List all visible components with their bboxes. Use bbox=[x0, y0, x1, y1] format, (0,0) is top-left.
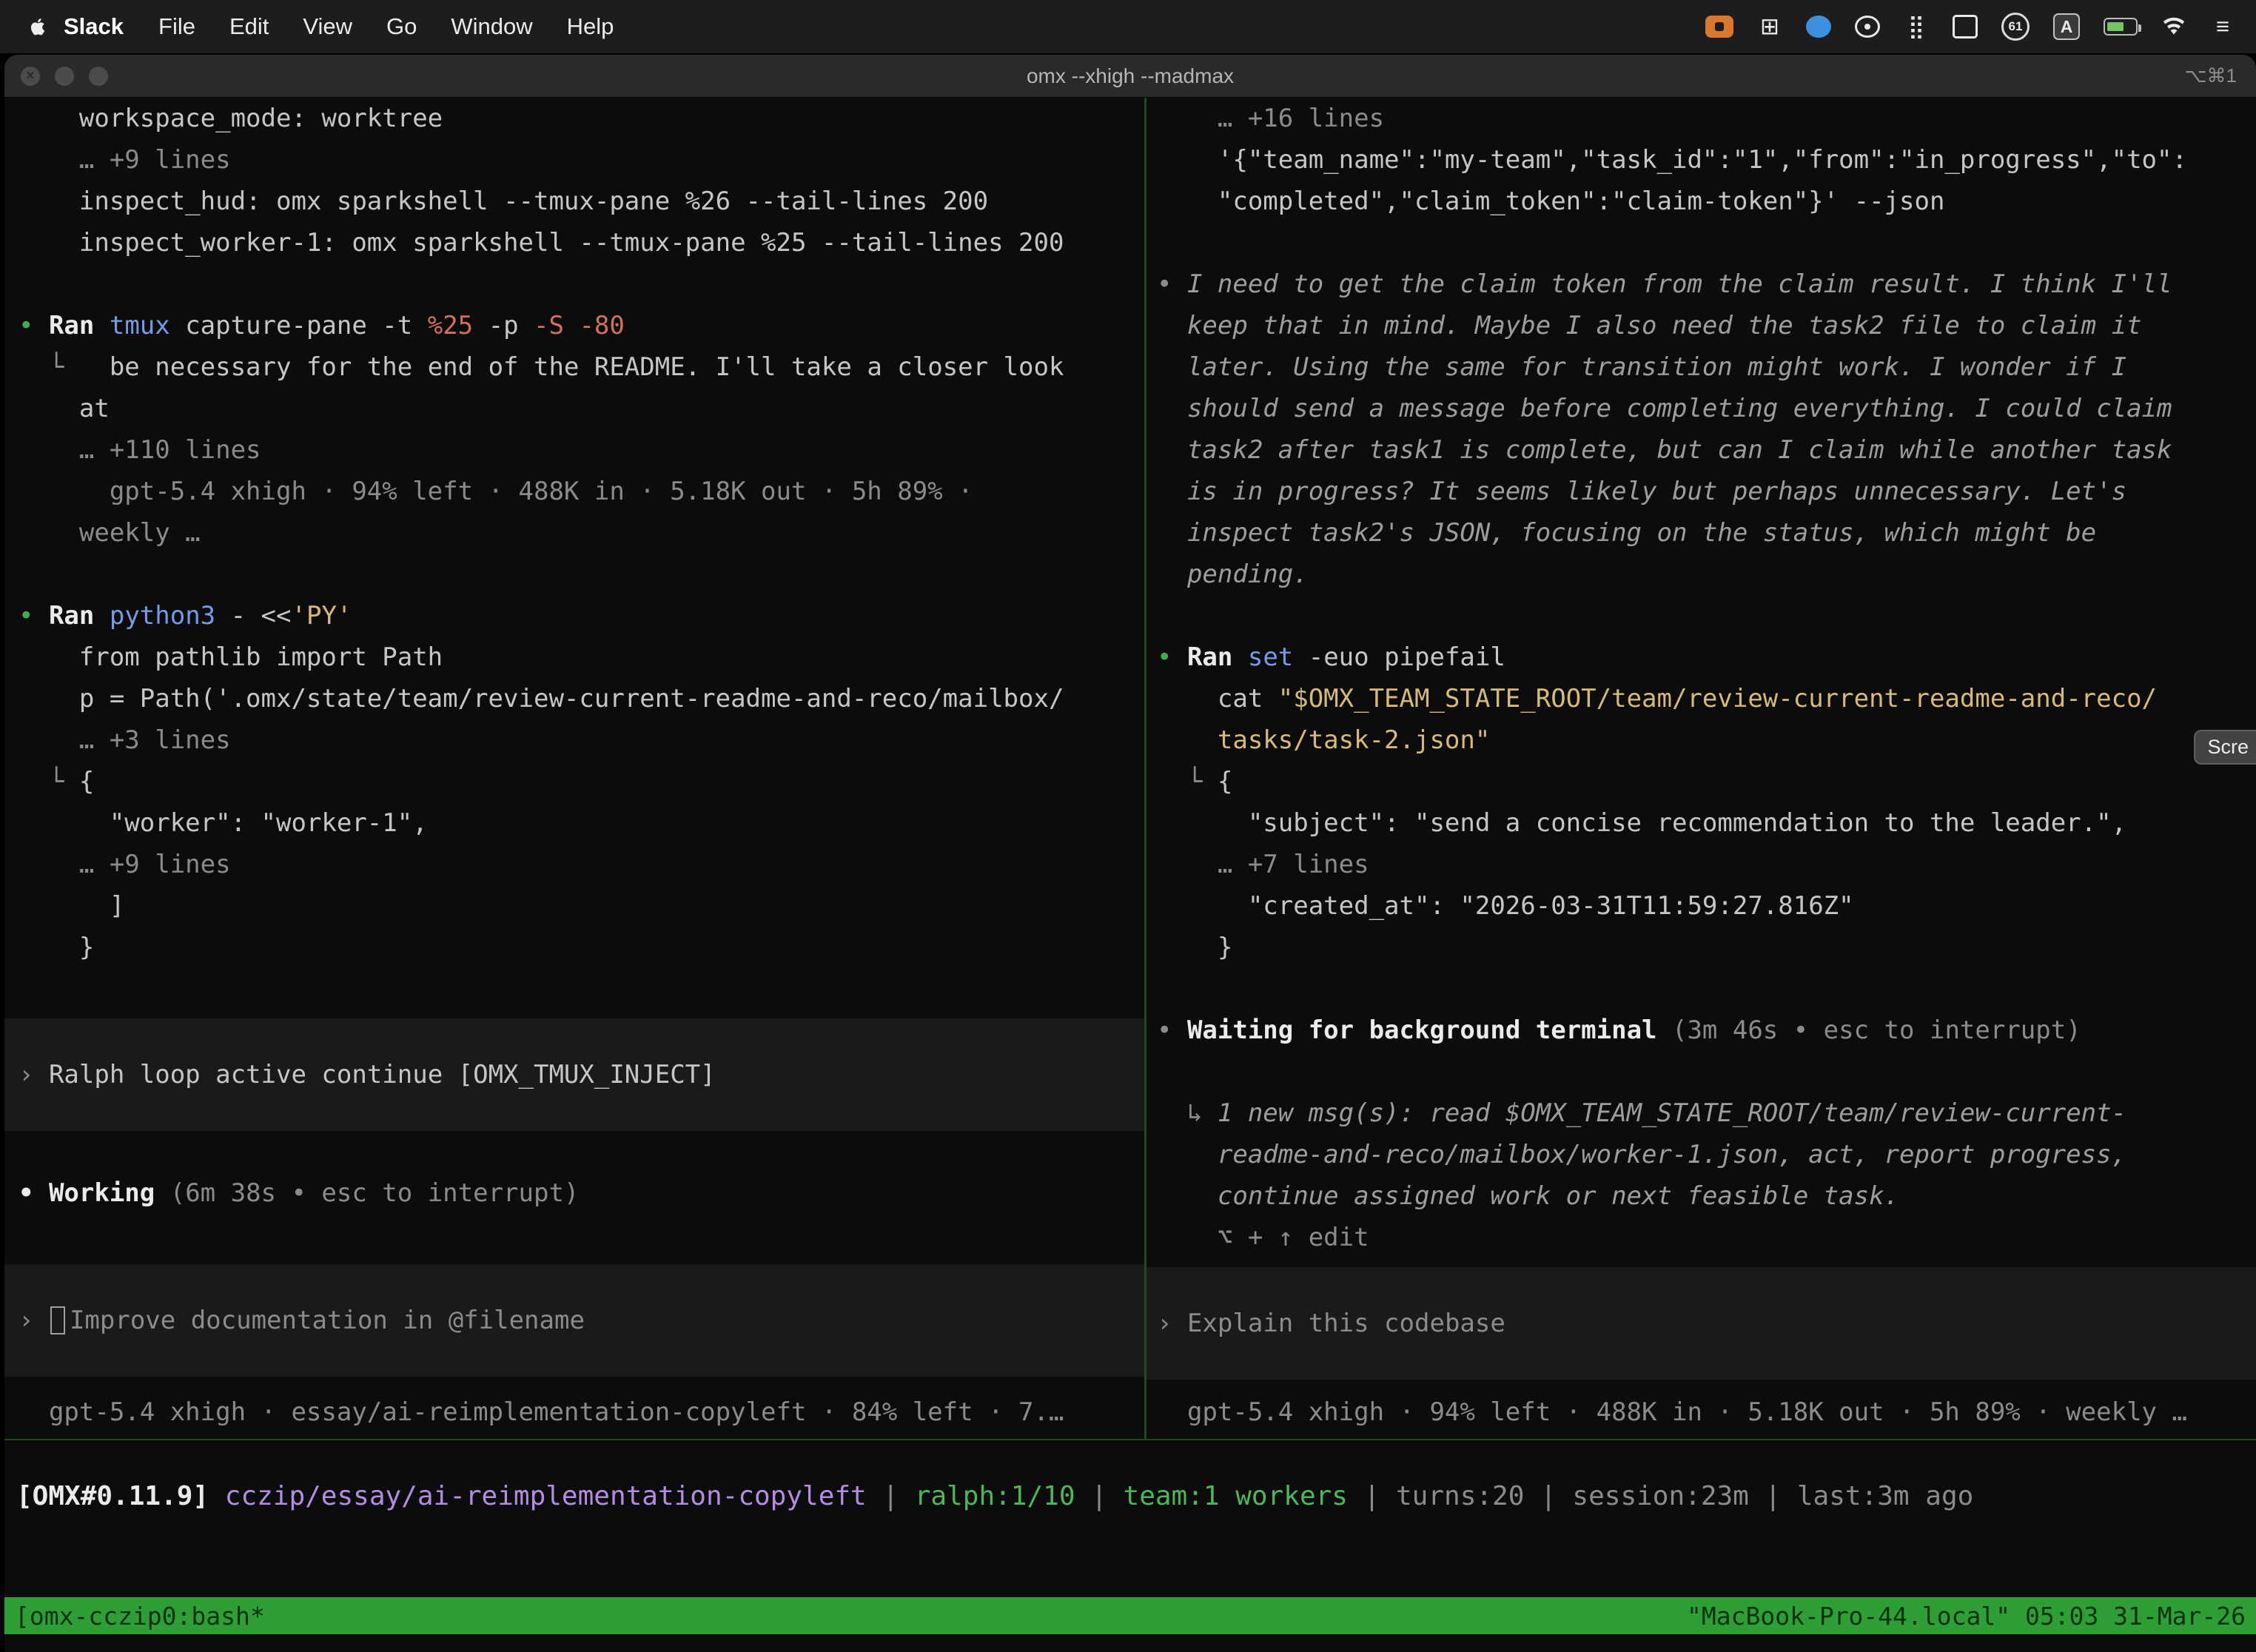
terminal-line bbox=[4, 1131, 1144, 1172]
terminal-line bbox=[1147, 1051, 2256, 1092]
zoom-button[interactable] bbox=[89, 67, 108, 86]
terminal-line: weekly … bbox=[4, 512, 1144, 554]
tmux-pane-right[interactable]: … +16 lines '{"team_name":"my-team","tas… bbox=[1147, 98, 2256, 1439]
minimize-button[interactable] bbox=[55, 67, 74, 86]
terminal-line: ⌥ + ↑ edit bbox=[1147, 1217, 2256, 1258]
input-source-icon[interactable]: A bbox=[2053, 13, 2080, 40]
omx-status-line: [OMX#0.11.9] cczip/essay/ai-reimplementa… bbox=[4, 1440, 2256, 1597]
ran-python-line: • Ran python3 - <<'PY' bbox=[4, 595, 1144, 637]
terminal-line: } bbox=[1147, 927, 2256, 968]
ralph-loop-row[interactable]: › Ralph loop active continue [OMX_TMUX_I… bbox=[4, 1018, 1144, 1131]
ran-tmux-capture-line: • Ran tmux capture-pane -t %25 -p -S -80 bbox=[4, 305, 1144, 346]
terminal-line: p = Path('.omx/state/team/review-current… bbox=[4, 678, 1144, 719]
ran-set-line: • Ran set -euo pipefail bbox=[1147, 637, 2256, 678]
grid-icon[interactable]: ⊞ bbox=[1757, 10, 1782, 43]
terminal-line: "worker": "worker-1", bbox=[4, 802, 1144, 844]
menu-status-icons: ⊞ ⣿ 61 A ≡ bbox=[1705, 10, 2235, 43]
terminal-line: "subject": "send a concise recommendatio… bbox=[1147, 802, 2256, 844]
wifi-icon[interactable] bbox=[2161, 10, 2186, 43]
terminal-line: … +9 lines bbox=[4, 139, 1144, 181]
terminal-line: … +7 lines bbox=[1147, 844, 2256, 885]
terminal-line: cat "$OMX_TEAM_STATE_ROOT/team/review-cu… bbox=[1147, 678, 2256, 719]
menu-help[interactable]: Help bbox=[567, 13, 614, 39]
terminal-line: workspace_mode: worktree bbox=[4, 98, 1144, 139]
terminal-line: … +3 lines bbox=[4, 719, 1144, 761]
menu-edit[interactable]: Edit bbox=[229, 13, 269, 39]
terminal-line: should send a message before completing … bbox=[1147, 388, 2256, 429]
tmux-session-label: [omx-cczip0:bash* bbox=[15, 1602, 265, 1631]
composer-input-right[interactable]: › Explain this codebase bbox=[1147, 1267, 2256, 1380]
window-title: omx --xhigh --madmax bbox=[4, 64, 2256, 88]
terminal-line: readme-and-reco/mailbox/worker-1.json, a… bbox=[1147, 1134, 2256, 1175]
tmux-pane-left[interactable]: workspace_mode: worktree … +9 lines insp… bbox=[4, 98, 1144, 1439]
terminal-line: later. Using the same for transition mig… bbox=[1147, 346, 2256, 388]
app-blue-icon[interactable] bbox=[1806, 16, 1831, 38]
menu-view[interactable]: View bbox=[303, 13, 352, 39]
terminal-line: "completed","claim_token":"claim-token"}… bbox=[1147, 181, 2256, 222]
terminal-line: ↳ 1 new msg(s): read $OMX_TEAM_STATE_ROO… bbox=[1147, 1092, 2256, 1134]
pane-footer-right: gpt-5.4 xhigh · 94% left · 488K in · 5.1… bbox=[1147, 1391, 2256, 1433]
menu-app-name[interactable]: Slack bbox=[64, 13, 124, 40]
menu-list-icon[interactable]: ≡ bbox=[2210, 10, 2235, 43]
terminal-line bbox=[1147, 595, 2256, 637]
clock-icon[interactable] bbox=[1855, 16, 1880, 38]
terminal-line: inspect_worker-1: omx sparkshell --tmux-… bbox=[4, 222, 1144, 263]
terminal-line: inspect task2's JSON, focusing on the st… bbox=[1147, 512, 2256, 554]
gauge-icon[interactable]: 61 bbox=[2001, 13, 2030, 41]
terminal-content: workspace_mode: worktree … +9 lines insp… bbox=[4, 98, 2256, 1440]
thinking-block: • I need to get the claim token from the… bbox=[1147, 263, 2256, 305]
terminal-line: '{"team_name":"my-team","task_id":"1","f… bbox=[1147, 139, 2256, 181]
window-shortcut: ⌥⌘1 bbox=[2185, 64, 2237, 87]
terminal-line: task2 after task1 is complete, but can I… bbox=[1147, 429, 2256, 471]
terminal-line: continue assigned work or next feasible … bbox=[1147, 1175, 2256, 1217]
terminal-line: "created_at": "2026-03-31T11:59:27.816Z" bbox=[1147, 885, 2256, 927]
phone-icon[interactable] bbox=[1953, 15, 1978, 38]
terminal-line bbox=[4, 1214, 1144, 1255]
terminal-line: } bbox=[4, 927, 1144, 968]
terminal-window: × omx --xhigh --madmax ⌥⌘1 workspace_mod… bbox=[4, 55, 2256, 1652]
terminal-line: … +9 lines bbox=[4, 844, 1144, 885]
gauge-value: 61 bbox=[2009, 19, 2023, 34]
terminal-line: inspect_hud: omx sparkshell --tmux-pane … bbox=[4, 181, 1144, 222]
terminal-line bbox=[4, 263, 1144, 305]
terminal-line: └ { bbox=[1147, 761, 2256, 802]
menu-window[interactable]: Window bbox=[451, 13, 532, 39]
terminal-line bbox=[1147, 222, 2256, 263]
text-cursor bbox=[50, 1306, 65, 1334]
terminal-line: … +16 lines bbox=[1147, 98, 2256, 139]
screen-recording-icon[interactable] bbox=[1705, 16, 1733, 38]
menu-go[interactable]: Go bbox=[386, 13, 417, 39]
menu-bar: Slack File Edit View Go Window Help ⊞ ⣿ 61 A … bbox=[0, 0, 2256, 53]
terminal-line: is in progress? It seems likely but perh… bbox=[1147, 471, 2256, 512]
tmux-host-clock: "MacBook-Pro-44.local" 05:03 31-Mar-26 bbox=[1687, 1602, 2246, 1631]
close-button[interactable]: × bbox=[21, 67, 40, 86]
terminal-line bbox=[1147, 968, 2256, 1010]
terminal-line: └ { bbox=[4, 761, 1144, 802]
window-controls: × bbox=[21, 67, 108, 86]
terminal-line: └ be necessary for the end of the README… bbox=[4, 346, 1144, 388]
composer-input-left[interactable]: › Improve documentation in @filename bbox=[4, 1264, 1144, 1377]
terminal-line: ] bbox=[4, 885, 1144, 927]
terminal-line: at bbox=[4, 388, 1144, 429]
terminal-line: pending. bbox=[1147, 554, 2256, 595]
apple-menu-icon[interactable] bbox=[21, 10, 53, 43]
terminal-line: … +110 lines bbox=[4, 429, 1144, 471]
tmux-status-bar: [omx-cczip0:bash* "MacBook-Pro-44.local"… bbox=[4, 1597, 2256, 1634]
menu-file[interactable]: File bbox=[158, 13, 195, 39]
terminal-line: gpt-5.4 xhigh · 94% left · 488K in · 5.1… bbox=[4, 471, 1144, 512]
dots-grid-icon[interactable]: ⣿ bbox=[1904, 10, 1929, 43]
waiting-status-row: • Waiting for background terminal (3m 46… bbox=[1147, 1010, 2256, 1051]
terminal-line: from pathlib import Path bbox=[4, 637, 1144, 678]
pane-footer-left: gpt-5.4 xhigh · essay/ai-reimplementatio… bbox=[4, 1391, 1144, 1433]
input-source-label: A bbox=[2061, 17, 2073, 37]
terminal-line: tasks/task-2.json" bbox=[1147, 719, 2256, 761]
terminal-line bbox=[4, 968, 1144, 1010]
working-status-row: • Working (6m 38s • esc to interrupt) bbox=[4, 1172, 1144, 1214]
screen-overlay: Scre bbox=[2194, 730, 2256, 765]
terminal-line bbox=[4, 554, 1144, 595]
terminal-line: keep that in mind. Maybe I also need the… bbox=[1147, 305, 2256, 346]
window-titlebar[interactable]: × omx --xhigh --madmax ⌥⌘1 bbox=[4, 55, 2256, 98]
battery-icon[interactable] bbox=[2104, 18, 2138, 36]
